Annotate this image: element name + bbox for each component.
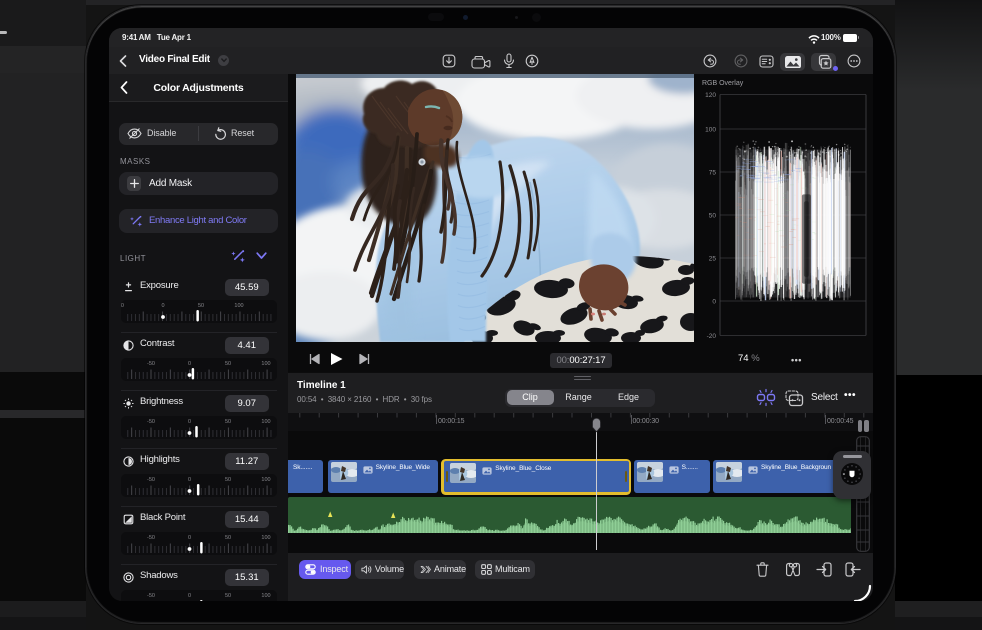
svg-text:0: 0 — [712, 299, 716, 306]
svg-text:50: 50 — [709, 213, 717, 220]
svg-text:120: 120 — [705, 92, 716, 99]
svg-text:RGB Overlay: RGB Overlay — [702, 80, 744, 87]
svg-text:-20: -20 — [707, 333, 717, 340]
svg-text:75: 75 — [709, 170, 717, 177]
svg-text:25: 25 — [709, 256, 717, 263]
svg-text:100: 100 — [705, 127, 716, 134]
